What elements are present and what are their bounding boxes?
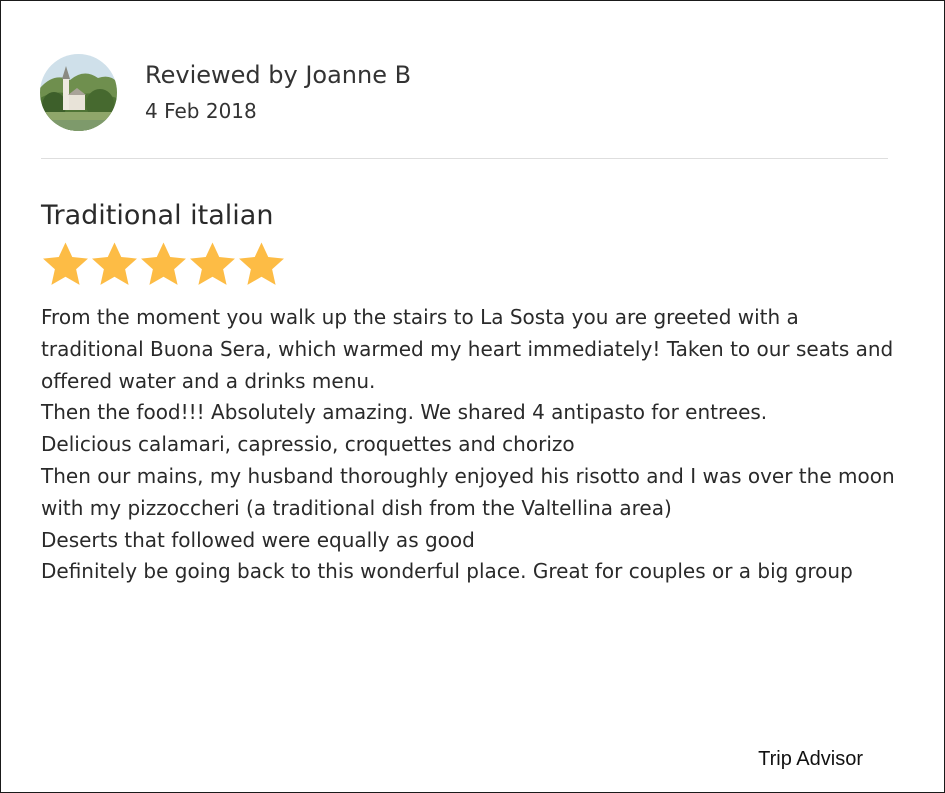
star-icon [141,242,186,285]
source-label: Trip Advisor [758,748,863,770]
review-paragraph: Definitely be going back to this wonderf… [41,559,853,584]
review-paragraph: Then our mains, my husband thoroughly en… [41,463,895,520]
reviewer-header: Reviewed by Joanne B 4 Feb 2018 [40,54,411,131]
review-card: Reviewed by Joanne B 4 Feb 2018 Traditio… [0,0,945,793]
review-date: 4 Feb 2018 [145,99,257,123]
review-paragraph: From the moment you walk up the stairs t… [41,305,894,393]
review-title: Traditional italian [41,200,274,231]
reviewer-info: Reviewed by Joanne B 4 Feb 2018 [145,54,411,124]
review-paragraph: Then the food!!! Absolutely amazing. We … [41,400,768,425]
reviewer-name[interactable]: Reviewed by Joanne B [145,60,411,90]
review-paragraph: Delicious calamari, capressio, croquette… [41,432,575,457]
star-icon [190,242,235,285]
review-paragraph: Deserts that followed were equally as go… [41,527,475,552]
star-icon [43,242,88,285]
church-landscape-avatar-icon [40,54,117,131]
star-icon [239,242,284,285]
star-rating [41,240,286,289]
avatar[interactable] [40,54,117,131]
star-icon [92,242,137,285]
divider [41,158,888,159]
review-body: From the moment you walk up the stairs t… [41,302,901,588]
